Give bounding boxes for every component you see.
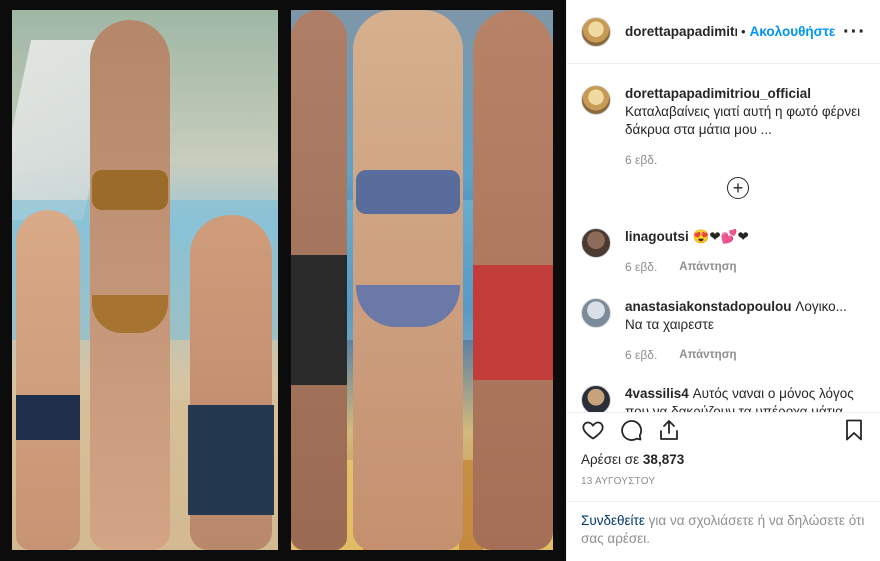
comment-body: anastasiakonstadopoulou Λογικο... Να τα … bbox=[625, 298, 866, 382]
avatar[interactable] bbox=[581, 385, 611, 412]
swim-shorts bbox=[188, 405, 274, 515]
comment-username[interactable]: linagoutsi bbox=[625, 229, 689, 244]
share-icon[interactable] bbox=[657, 418, 681, 442]
collage-divider bbox=[278, 10, 291, 550]
caption-text: Καταλαβαίνεις γιατί αυτή η φωτό φέρνει δ… bbox=[625, 104, 861, 137]
comment-time[interactable]: 6 εβδ. bbox=[625, 258, 657, 276]
photo-right-now bbox=[291, 10, 553, 550]
separator-dot: • bbox=[741, 24, 746, 39]
caption-meta: 6 εβδ. bbox=[625, 151, 866, 169]
post-media[interactable] bbox=[0, 0, 566, 561]
comment-icon[interactable] bbox=[619, 418, 643, 442]
likes-prefix: Αρέσει σε bbox=[581, 452, 640, 467]
swim-shorts bbox=[16, 395, 80, 440]
comment-username[interactable]: anastasiakonstadopoulou bbox=[625, 299, 792, 314]
bikini-top bbox=[356, 170, 460, 214]
login-prompt: Συνδεθείτε για να σχολιάσετε ή να δηλώσε… bbox=[567, 501, 880, 561]
comment-body: 4vassilis4 Αυτός ναναι ο μόνος λόγος που… bbox=[625, 385, 866, 412]
load-more-comments-icon[interactable]: + bbox=[727, 177, 749, 199]
comments-list[interactable]: dorettapapadimitriou_official Καταλαβαίν… bbox=[567, 64, 880, 412]
action-bar bbox=[567, 412, 880, 446]
child-left bbox=[16, 210, 80, 550]
list-item: anastasiakonstadopoulou Λογικο... Να τα … bbox=[581, 298, 866, 382]
list-item: 4vassilis4 Αυτός ναναι ο μόνος λόγος που… bbox=[581, 385, 866, 412]
photo-left-then bbox=[12, 10, 278, 550]
comment-meta: 6 εβδ. Απάντηση bbox=[625, 346, 866, 364]
post-sidebar: dorettapapadimitriou_official • Ακολουθή… bbox=[566, 0, 880, 561]
swim-shorts bbox=[473, 265, 553, 380]
caption-username[interactable]: dorettapapadimitriou_official bbox=[625, 86, 811, 101]
instagram-post: dorettapapadimitriou_official • Ακολουθή… bbox=[0, 0, 880, 561]
post-date[interactable]: 13 ΑΥΓΟΥΣΤΟΥ bbox=[567, 467, 880, 487]
likes-number: 38,873 bbox=[642, 452, 685, 467]
bikini-top bbox=[92, 170, 168, 210]
caption: dorettapapadimitriou_official Καταλαβαίν… bbox=[581, 64, 866, 210]
reply-button[interactable]: Απάντηση bbox=[679, 346, 736, 364]
comment-meta: 6 εβδ. Απάντηση bbox=[625, 258, 749, 276]
woman-figure bbox=[353, 10, 463, 550]
heart-icon[interactable] bbox=[581, 418, 605, 442]
post-header: dorettapapadimitriou_official • Ακολουθή… bbox=[567, 0, 880, 64]
comment-body: linagoutsi 😍❤💕❤ 6 εβδ. Απάντηση bbox=[625, 228, 749, 298]
reply-button[interactable]: Απάντηση bbox=[679, 258, 736, 276]
avatar[interactable] bbox=[581, 16, 611, 47]
comment-text: 😍❤💕❤ bbox=[692, 229, 749, 244]
bookmark-icon[interactable] bbox=[842, 418, 866, 442]
more-options-icon[interactable]: ··· bbox=[843, 22, 866, 42]
follow-button[interactable]: Ακολουθήστε bbox=[750, 24, 836, 39]
woman-figure bbox=[90, 20, 170, 550]
avatar[interactable] bbox=[581, 298, 611, 328]
list-item: linagoutsi 😍❤💕❤ 6 εβδ. Απάντηση bbox=[581, 228, 866, 298]
header-username[interactable]: dorettapapadimitriou_official bbox=[625, 24, 737, 39]
avatar[interactable] bbox=[581, 228, 611, 258]
avatar[interactable] bbox=[581, 85, 611, 115]
caption-time[interactable]: 6 εβδ. bbox=[625, 151, 657, 169]
comment-time[interactable]: 6 εβδ. bbox=[625, 346, 657, 364]
swim-shorts bbox=[291, 255, 347, 385]
comment-username[interactable]: 4vassilis4 bbox=[625, 386, 689, 401]
login-link[interactable]: Συνδεθείτε bbox=[581, 513, 645, 528]
likes-count[interactable]: Αρέσει σε 38,873 bbox=[567, 446, 880, 467]
